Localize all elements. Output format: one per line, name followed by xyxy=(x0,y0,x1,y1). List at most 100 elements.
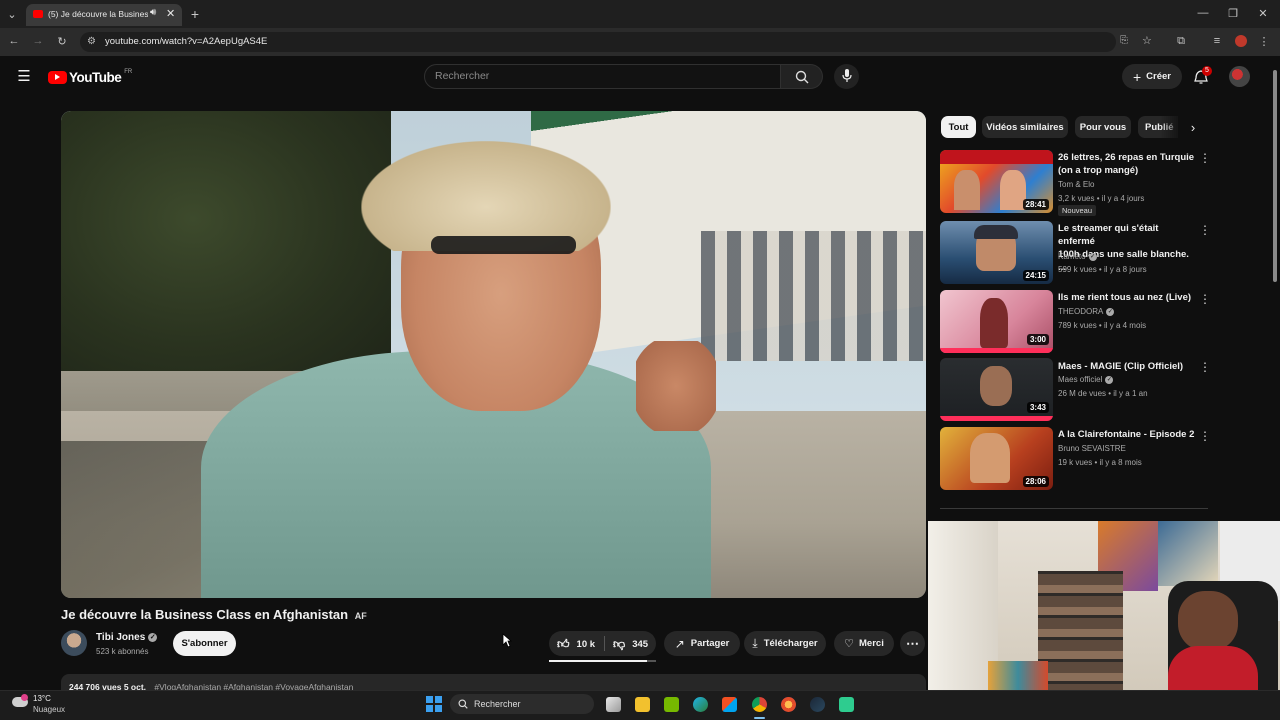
chip-all[interactable]: Tout xyxy=(941,116,976,138)
like-dislike-divider xyxy=(604,636,605,651)
youtube-play-logo-icon xyxy=(48,70,67,84)
rec-views-age: 3,2 k vues • il y a 4 jours xyxy=(1058,194,1145,203)
verified-check-icon: ✓ xyxy=(148,632,158,642)
video-player[interactable] xyxy=(61,111,926,598)
rec-thumbnail[interactable]: 28:41 xyxy=(940,150,1053,213)
browser-tab-strip: ⌄ (5) Je découvre la Business 🔊︎ ✕ + — ❐… xyxy=(0,0,1280,28)
rec-thumbnail[interactable]: 3:00 xyxy=(940,290,1053,353)
scrollbar-thumb[interactable] xyxy=(1273,70,1277,282)
like-button[interactable]: 👍︎ 10 k xyxy=(557,636,595,652)
verified-check-icon: ✓ xyxy=(1105,375,1114,384)
search-button[interactable] xyxy=(781,64,823,89)
download-button[interactable]: ⤓ Télécharger xyxy=(744,631,826,656)
create-button[interactable]: + Créer xyxy=(1122,64,1182,89)
microsoft-store-icon[interactable] xyxy=(722,697,737,712)
dislike-button[interactable]: 👎︎ 345 xyxy=(613,636,648,652)
close-tab-icon[interactable]: ✕ xyxy=(166,7,175,20)
search-icon xyxy=(795,70,809,84)
browser-profile-avatar[interactable] xyxy=(1235,35,1247,47)
rec-channel[interactable]: Kameto ✓ xyxy=(1058,252,1097,261)
chip-for-you[interactable]: Pour vous xyxy=(1075,116,1131,138)
chrome-icon[interactable] xyxy=(752,697,767,712)
youtube-favicon-icon xyxy=(33,10,43,18)
notifications-button[interactable]: 5 xyxy=(1192,66,1212,86)
firefox-icon[interactable] xyxy=(781,697,796,712)
rec-views-age: 26 M de vues • il y a 1 an xyxy=(1058,389,1148,398)
taskbar-search-icon xyxy=(458,699,468,709)
download-label: Télécharger xyxy=(763,638,818,649)
hamburger-menu-icon[interactable]: ☰ xyxy=(16,68,32,85)
steam-icon[interactable] xyxy=(810,697,825,712)
weather-alert-dot xyxy=(21,694,28,701)
task-view-icon[interactable] xyxy=(606,697,621,712)
active-app-indicator xyxy=(754,717,765,719)
account-avatar[interactable] xyxy=(1229,66,1250,87)
video-duration: 28:06 xyxy=(1022,476,1049,487)
back-icon[interactable]: ← xyxy=(7,34,21,48)
notification-count-badge: 5 xyxy=(1202,66,1212,76)
rec-thumbnail[interactable]: 3:43 xyxy=(940,358,1053,421)
reload-icon[interactable]: ↻ xyxy=(55,34,69,48)
rec-title[interactable]: Maes - MAGIE (Clip Officiel) xyxy=(1058,360,1198,373)
rec-channel[interactable]: Tom & Elo xyxy=(1058,180,1094,189)
minimize-window-icon[interactable]: — xyxy=(1196,6,1210,20)
subscribe-button[interactable]: S'abonner xyxy=(173,631,236,656)
browser-menu-icon[interactable]: ⋮ xyxy=(1258,34,1270,48)
channel-avatar[interactable] xyxy=(61,630,87,656)
temperature: 13°C xyxy=(33,694,51,703)
address-bar[interactable]: ⚙ youtube.com/watch?v=A2AepUgAS4E ⎘ ☆ xyxy=(80,32,1152,52)
rec-title[interactable]: A la Clairefontaine - Episode 2 xyxy=(1058,428,1198,441)
thumbs-down-icon: 👎︎ xyxy=(613,636,626,651)
thanks-button[interactable]: ♡ Merci xyxy=(834,631,894,656)
edge-icon[interactable] xyxy=(693,697,708,712)
site-info-icon[interactable]: ⚙ xyxy=(87,36,96,47)
weather-widget[interactable]: 13°C Nuageux xyxy=(10,692,80,718)
weather-condition: Nuageux xyxy=(33,705,66,714)
channel-name[interactable]: Tibi Jones ✓ xyxy=(96,632,158,643)
more-actions-button[interactable]: ⋯ xyxy=(900,631,925,656)
chevron-right-icon[interactable]: › xyxy=(1185,119,1201,135)
rec-title[interactable]: Ils me rient tous au nez (Live) xyxy=(1058,291,1198,304)
windows-start-icon[interactable] xyxy=(426,696,442,712)
new-tab-button[interactable]: + xyxy=(186,5,204,23)
description-box[interactable]: 244 706 vues 5 oct. #VlogAfghanistan #Af… xyxy=(61,674,926,690)
nvidia-icon[interactable] xyxy=(664,697,679,712)
download-icon: ⤓ xyxy=(752,636,758,650)
rec-channel[interactable]: Bruno SEVAISTRE xyxy=(1058,444,1126,453)
views-and-date: 244 706 vues 5 oct. xyxy=(69,682,147,690)
audio-playing-icon[interactable]: 🔊︎ xyxy=(150,7,156,18)
hashtags[interactable]: #VlogAfghanistan #Afghanistan #VoyageAfg… xyxy=(154,682,353,690)
rec-title[interactable]: 26 lettres, 26 repas en Turquie (on a tro… xyxy=(1058,151,1198,177)
rec-menu-icon[interactable]: ⋮ xyxy=(1199,223,1211,237)
search-input[interactable]: Rechercher xyxy=(424,64,781,89)
forward-icon[interactable]: → xyxy=(31,34,45,48)
rec-thumbnail[interactable]: 28:06 xyxy=(940,427,1053,490)
chip-related[interactable]: Vidéos similaires xyxy=(982,116,1068,138)
taskbar-search[interactable]: Rechercher xyxy=(450,694,594,714)
share-button[interactable]: ↗ Partager xyxy=(664,631,740,656)
rec-menu-icon[interactable]: ⋮ xyxy=(1199,292,1211,306)
rec-menu-icon[interactable]: ⋮ xyxy=(1199,360,1211,374)
like-ratio-bar xyxy=(549,660,656,662)
youtube-logo[interactable]: YouTube FR xyxy=(48,68,132,86)
media-controls-icon[interactable]: ≡ xyxy=(1210,34,1224,48)
tab-list-icon[interactable]: ⌄ xyxy=(4,6,20,22)
extensions-icon[interactable]: ⧉ xyxy=(1174,34,1188,48)
rec-menu-icon[interactable]: ⋮ xyxy=(1199,429,1211,443)
browser-tab[interactable]: (5) Je découvre la Business 🔊︎ ✕ xyxy=(26,4,182,26)
rec-menu-icon[interactable]: ⋮ xyxy=(1199,151,1211,165)
like-count: 10 k xyxy=(576,638,596,650)
install-app-icon[interactable]: ⎘ xyxy=(1120,35,1128,46)
rec-channel[interactable]: Maes officiel ✓ xyxy=(1058,375,1114,384)
file-explorer-icon[interactable] xyxy=(635,697,650,712)
subscriber-count: 523 k abonnés xyxy=(96,647,149,656)
rec-views-age: 599 k vues • il y a 8 jours xyxy=(1058,265,1147,274)
close-window-icon[interactable]: ✕ xyxy=(1256,6,1270,20)
rec-thumbnail[interactable]: 24:15 xyxy=(940,221,1053,284)
microphone-icon xyxy=(842,69,852,82)
restore-window-icon[interactable]: ❐ xyxy=(1226,6,1240,20)
game-launcher-icon[interactable] xyxy=(839,697,854,712)
bookmark-star-icon[interactable]: ☆ xyxy=(1142,34,1152,47)
rec-channel[interactable]: THEODORA ✓ xyxy=(1058,307,1115,316)
voice-search-button[interactable] xyxy=(834,64,859,89)
